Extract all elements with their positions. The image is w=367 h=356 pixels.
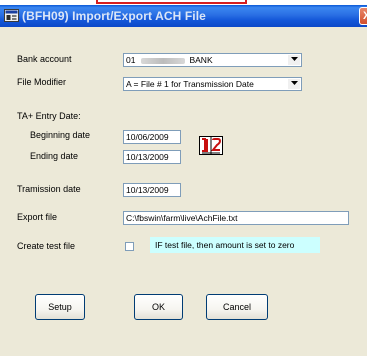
ending-date-input[interactable]: 10/13/2009	[123, 150, 181, 164]
create-test-file-checkbox[interactable]	[125, 242, 134, 251]
window-title: (BFH09) Import/Export ACH File	[22, 9, 206, 23]
bank-account-number: 01	[126, 55, 136, 65]
bank-account-bank: BANK	[189, 55, 213, 65]
create-test-file-label: Create test file	[17, 241, 76, 251]
beginning-date-label: Beginning date	[30, 130, 91, 140]
dialog-window: (BFH09) Import/Export ACH File X Bank ac…	[0, 0, 367, 356]
file-modifier-select[interactable]: A = File # 1 for Transmission Date	[123, 77, 302, 91]
setup-button[interactable]: Setup	[35, 294, 85, 320]
ending-date-label: Ending date	[30, 151, 79, 161]
calendar-icon	[199, 136, 223, 155]
export-file-label: Export file	[17, 212, 58, 222]
transmission-date-label: Tramission date	[17, 184, 81, 194]
close-button[interactable]: X	[359, 7, 367, 25]
cancel-button[interactable]: Cancel	[206, 294, 268, 320]
ok-button[interactable]: OK	[134, 294, 183, 320]
top-highlight-box	[96, 0, 247, 4]
dialog-bottom-edge	[0, 344, 367, 356]
title-bar[interactable]: (BFH09) Import/Export ACH File X	[0, 5, 367, 27]
bank-account-label: Bank account	[17, 54, 72, 64]
export-file-input[interactable]: C:\fbswin\farm\live\AchFile.txt	[123, 211, 349, 225]
file-modifier-value: A = File # 1 for Transmission Date	[126, 79, 254, 89]
chevron-down-icon[interactable]	[288, 79, 300, 89]
ta-entry-date-label: TA+ Entry Date:	[17, 111, 81, 121]
app-window-icon	[4, 9, 19, 22]
chevron-down-icon[interactable]	[288, 55, 300, 65]
beginning-date-input[interactable]: 10/06/2009	[123, 130, 181, 144]
calendar-button[interactable]	[199, 136, 223, 155]
file-modifier-label: File Modifier	[17, 77, 67, 87]
close-icon: X	[363, 10, 367, 22]
bank-account-select[interactable]: 01 BANK	[123, 53, 302, 67]
redacted-account-text	[141, 57, 186, 64]
test-file-info: IF test file, then amount is set to zero	[150, 237, 320, 253]
transmission-date-input[interactable]: 10/13/2009	[123, 183, 181, 197]
